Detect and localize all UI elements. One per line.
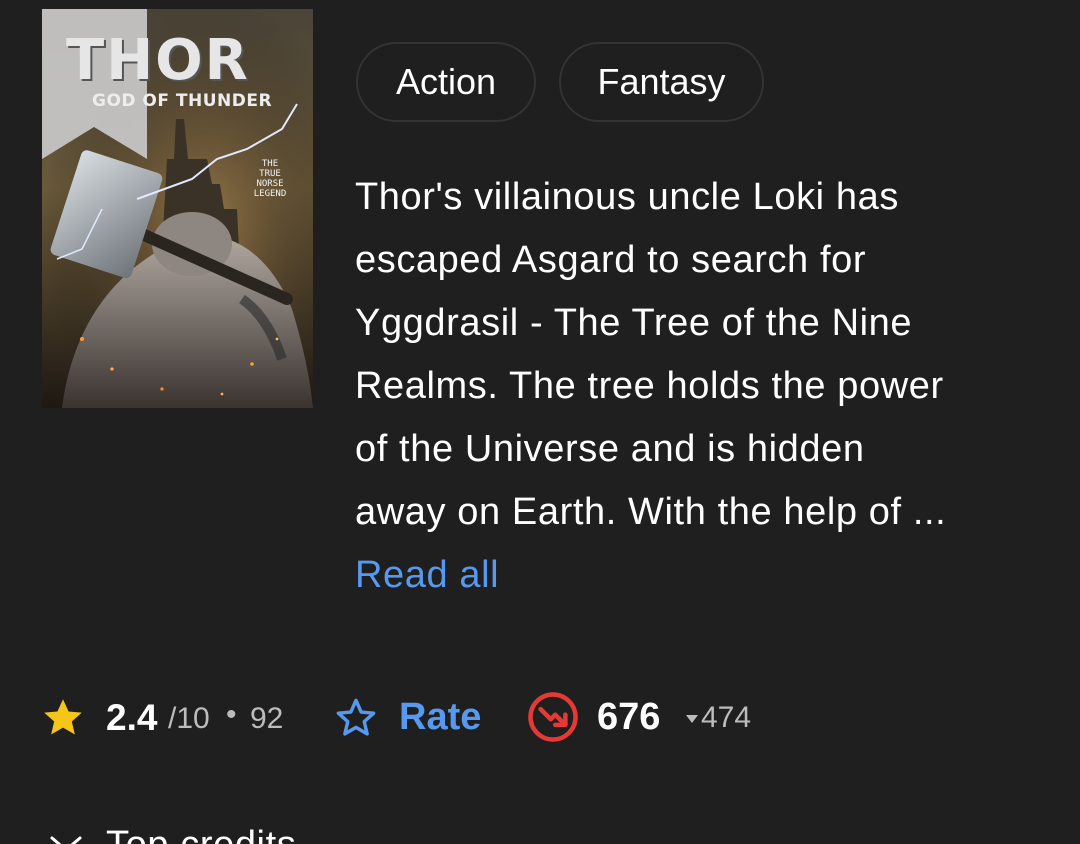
triangle-down-icon <box>686 715 698 723</box>
top-credits-label: Top credits <box>106 824 296 844</box>
poster-tagline-line: THE <box>261 159 279 169</box>
star-outline-icon <box>336 698 376 736</box>
rating-value: 2.4 <box>106 697 158 738</box>
plot-line: Thor's villainous uncle Loki has <box>355 176 899 218</box>
plot-line: Yggdrasil - The Tree of the Nine <box>355 302 913 344</box>
genre-chip-action[interactable]: Action <box>356 42 536 122</box>
read-all-link[interactable]: Read all <box>355 544 499 607</box>
popularity-down-icon <box>528 692 578 742</box>
plot-line: escaped Asgard to search for <box>355 239 867 281</box>
poster-title: THOR <box>66 28 250 93</box>
plot-line: of the Universe and is hidden <box>355 428 865 470</box>
plot-line: away on Earth. With the help of ... <box>355 491 947 533</box>
poster-tagline: THE TRUE NORSE LEGEND <box>230 159 310 199</box>
rating-separator: • <box>226 698 237 731</box>
popularity-value: 676 <box>597 696 661 738</box>
plot-line: Realms. The tree holds the power <box>355 365 944 407</box>
poster-tagline-line: LEGEND <box>253 189 287 199</box>
top-credits-header[interactable]: Top credits <box>48 818 648 844</box>
poster-tagline-line: NORSE <box>256 179 284 189</box>
plot-summary[interactable]: Thor's villainous uncle Loki has escaped… <box>355 166 1055 544</box>
rating-row: 2.4 /10 • 92 Rate 676 474 <box>40 690 1040 746</box>
poster-subtitle: GOD OF THUNDER <box>92 91 273 111</box>
rating-scale: /10 <box>168 702 210 735</box>
movie-poster[interactable]: THOR GOD OF THUNDER THE TRUE NORSE LEGEN… <box>42 9 313 408</box>
rate-button[interactable]: Rate <box>332 690 492 746</box>
rating-count: 92 <box>250 702 284 735</box>
genre-chip-fantasy[interactable]: Fantasy <box>559 42 764 122</box>
poster-tagline-line: TRUE <box>259 169 281 179</box>
star-filled-icon <box>44 699 82 735</box>
rate-label: Rate <box>399 696 482 738</box>
chevron-down-icon <box>50 836 82 844</box>
title-detail-page: THOR GOD OF THUNDER THE TRUE NORSE LEGEN… <box>0 0 1080 844</box>
popularity-change: 474 <box>701 701 752 734</box>
